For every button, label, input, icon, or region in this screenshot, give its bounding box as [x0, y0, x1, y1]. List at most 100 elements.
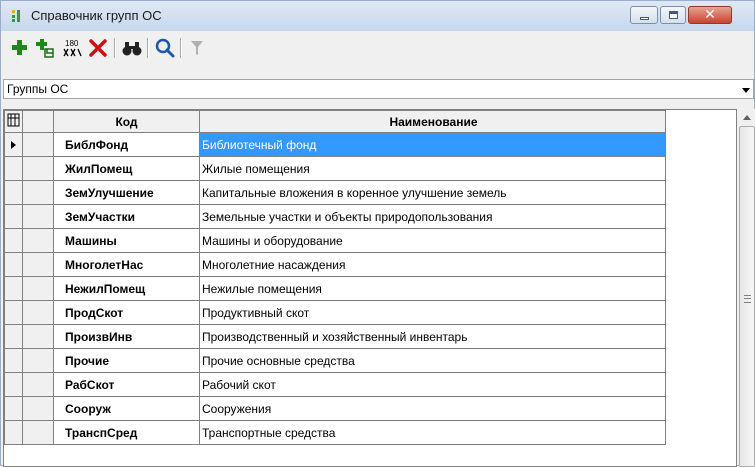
delete-button[interactable] — [87, 37, 109, 59]
row-indicator[interactable] — [4, 276, 23, 301]
scrollbar-thumb[interactable] — [739, 126, 755, 467]
numbering-icon: 180 — [63, 39, 82, 57]
column-chooser-icon[interactable] — [4, 110, 23, 133]
code-cell[interactable]: ПродСкот — [53, 300, 200, 325]
row-indicator[interactable] — [4, 372, 23, 397]
name-cell[interactable]: Продуктивный скот — [199, 300, 666, 325]
row-mark-cell[interactable] — [22, 396, 54, 421]
row-mark-cell[interactable] — [22, 324, 54, 349]
row-mark-cell[interactable] — [22, 372, 54, 397]
table-row[interactable]: ЗемУлучшение Капитальные вложения в корен… — [4, 180, 666, 205]
close-icon: ✕ — [704, 6, 716, 22]
table-row[interactable]: Сооруж Сооружения — [4, 396, 666, 421]
table-row[interactable]: БиблФонд Библиотечный фонд — [4, 132, 666, 157]
code-cell[interactable]: МноголетНас — [53, 252, 200, 277]
row-indicator[interactable] — [4, 228, 23, 253]
app-icon — [12, 10, 20, 22]
numbering-button[interactable]: 180 — [61, 37, 83, 59]
delete-icon — [89, 39, 107, 57]
name-cell[interactable]: Библиотечный фонд — [199, 132, 666, 157]
vertical-scrollbar[interactable] — [739, 109, 755, 467]
toolbar: 180 — [1, 31, 754, 65]
numbering-label: 180 — [65, 39, 79, 48]
code-cell[interactable]: Прочие — [53, 348, 200, 373]
table-row[interactable]: ЖилПомещ Жилые помещения — [4, 156, 666, 181]
row-mark-cell[interactable] — [22, 132, 54, 157]
code-cell[interactable]: ЗемУлучшение — [53, 180, 200, 205]
code-cell[interactable]: ТранспСред — [53, 420, 200, 445]
row-mark-cell[interactable] — [22, 156, 54, 181]
name-cell[interactable]: Рабочий скот — [199, 372, 666, 397]
row-mark-cell[interactable] — [22, 420, 54, 445]
code-cell[interactable]: Машины — [53, 228, 200, 253]
minimize-button[interactable] — [630, 6, 658, 24]
column-header-code[interactable]: Код — [53, 110, 200, 133]
add-child-button[interactable] — [35, 37, 57, 59]
row-mark-cell[interactable] — [22, 228, 54, 253]
group-selector[interactable]: Группы ОС — [3, 79, 754, 99]
code-cell[interactable]: РабСкот — [53, 372, 200, 397]
group-selector-value: Группы ОС — [7, 82, 69, 96]
row-indicator[interactable] — [4, 204, 23, 229]
table-row[interactable]: Машины Машины и оборудование — [4, 228, 666, 253]
row-mark-cell[interactable] — [22, 276, 54, 301]
code-cell[interactable]: Сооруж — [53, 396, 200, 421]
table-row[interactable]: ПроизвИнв Производственный и хозяйственны… — [4, 324, 666, 349]
name-cell[interactable]: Сооружения — [199, 396, 666, 421]
name-cell[interactable]: Многолетние насаждения — [199, 252, 666, 277]
name-cell[interactable]: Жилые помещения — [199, 156, 666, 181]
row-indicator[interactable] — [4, 252, 23, 277]
row-indicator[interactable] — [4, 156, 23, 181]
filter-icon — [191, 41, 203, 55]
toolbar-separator — [114, 38, 116, 58]
row-mark-cell[interactable] — [22, 204, 54, 229]
row-mark-cell[interactable] — [22, 300, 54, 325]
scroll-up-button[interactable] — [739, 109, 755, 126]
columns-icon — [7, 113, 19, 127]
row-indicator[interactable] — [4, 396, 23, 421]
toolbar-separator — [147, 38, 149, 58]
title-bar[interactable]: Справочник групп ОС ✕ — [1, 1, 754, 31]
add-button[interactable] — [9, 37, 31, 59]
table-row[interactable]: ТранспСред Транспортные средства — [4, 420, 666, 445]
row-indicator[interactable] — [4, 420, 23, 445]
code-cell[interactable]: НежилПомещ — [53, 276, 200, 301]
row-indicator[interactable] — [4, 132, 23, 157]
maximize-icon — [669, 11, 678, 19]
code-cell[interactable]: ЗемУчастки — [53, 204, 200, 229]
name-cell[interactable]: Транспортные средства — [199, 420, 666, 445]
maximize-button[interactable] — [660, 6, 686, 24]
code-cell[interactable]: ЖилПомещ — [53, 156, 200, 181]
name-cell[interactable]: Капитальные вложения в коренное улучшени… — [199, 180, 666, 205]
filter-button[interactable] — [186, 37, 208, 59]
row-indicator[interactable] — [4, 324, 23, 349]
table-row[interactable]: Прочие Прочие основные средства — [4, 348, 666, 373]
table-row[interactable]: ПродСкот Продуктивный скот — [4, 300, 666, 325]
table-row[interactable]: РабСкот Рабочий скот — [4, 372, 666, 397]
close-button[interactable]: ✕ — [688, 6, 732, 24]
column-header-name[interactable]: Наименование — [199, 110, 666, 133]
dialog-window: Справочник групп ОС ✕ 180 Группы ОС Код … — [0, 0, 755, 467]
name-cell[interactable]: Прочие основные средства — [199, 348, 666, 373]
name-cell[interactable]: Машины и оборудование — [199, 228, 666, 253]
name-cell[interactable]: Нежилые помещения — [199, 276, 666, 301]
name-cell[interactable]: Производственный и хозяйственный инвента… — [199, 324, 666, 349]
code-cell[interactable]: БиблФонд — [53, 132, 200, 157]
table-row[interactable]: МноголетНас Многолетние насаждения — [4, 252, 666, 277]
code-cell[interactable]: ПроизвИнв — [53, 324, 200, 349]
search-button[interactable] — [154, 37, 176, 59]
row-mark-cell[interactable] — [22, 348, 54, 373]
row-indicator[interactable] — [4, 348, 23, 373]
header-mark-column — [22, 110, 54, 133]
row-indicator[interactable] — [4, 300, 23, 325]
row-mark-cell[interactable] — [22, 252, 54, 277]
name-cell[interactable]: Земельные участки и объекты природопольз… — [199, 204, 666, 229]
table-row[interactable]: НежилПомещ Нежилые помещения — [4, 276, 666, 301]
find-button[interactable] — [121, 37, 143, 59]
chevron-down-icon[interactable] — [737, 80, 753, 98]
table-row[interactable]: ЗемУчастки Земельные участки и объекты пр… — [4, 204, 666, 229]
toolbar-separator — [180, 38, 182, 58]
row-indicator[interactable] — [4, 180, 23, 205]
row-mark-cell[interactable] — [22, 180, 54, 205]
minimize-icon — [640, 17, 649, 20]
